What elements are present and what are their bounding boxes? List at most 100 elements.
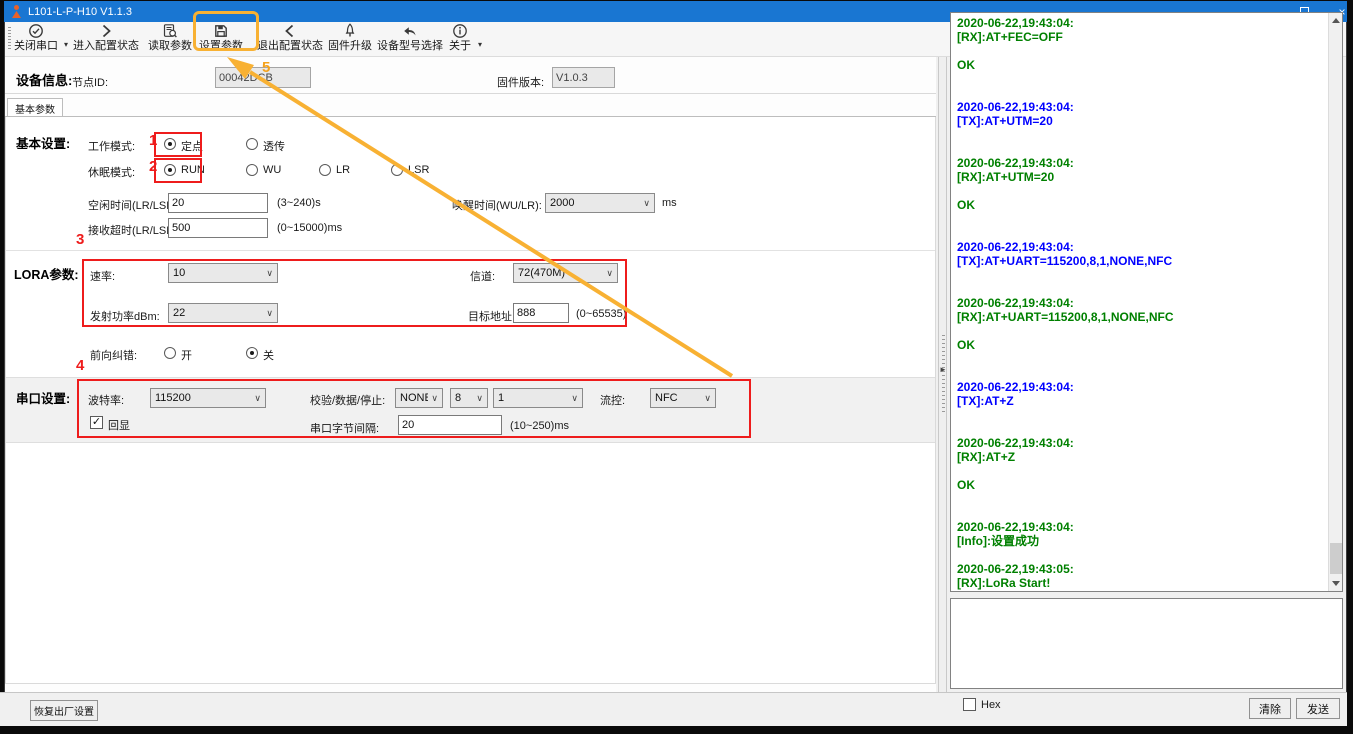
echo-checkbox[interactable]: ✓ (90, 416, 103, 429)
firmware-version-field[interactable] (552, 67, 615, 88)
rx-timeout-label: 接收超时(LR/LSR): (88, 222, 181, 238)
scroll-up-icon[interactable] (1332, 18, 1340, 23)
wake-time-select[interactable]: 2000∨ (545, 193, 655, 213)
chevron-down-icon: ∨ (476, 393, 483, 404)
baud-rate-select[interactable]: 115200 ∨ (150, 388, 266, 408)
chevron-down-icon: ∨ (606, 268, 613, 279)
stop-bits-select[interactable]: 1∨ (493, 388, 583, 408)
flow-control-label: 流控: (600, 392, 625, 408)
hex-label: Hex (981, 699, 1001, 711)
chevron-down-icon: ∨ (254, 393, 261, 404)
panel-splitter[interactable]: ► (938, 57, 947, 692)
log-line: 2020-06-22,19:43:04: (957, 16, 1324, 30)
echo-label: 回显 (108, 417, 130, 433)
log-line (957, 324, 1324, 338)
sleep-mode-radio-wu[interactable] (246, 164, 258, 176)
window-title: L101-L-P-H10 V1.1.3 (28, 6, 132, 18)
target-address-input[interactable] (513, 303, 569, 323)
toolbar-button-enter-config[interactable]: 进入配置状态 (72, 23, 140, 56)
sleep-mode-radio-run[interactable] (164, 164, 176, 176)
factory-reset-button[interactable]: 恢复出厂设置 (30, 700, 98, 721)
tab-basic-params[interactable]: 基本参数 (7, 98, 63, 117)
toolbar-button-about[interactable]: 关于 (447, 23, 473, 56)
work-mode-radio-transparent[interactable] (246, 138, 258, 150)
stop-bits-value: 1 (498, 392, 504, 404)
basic-settings-label: 基本设置: (16, 133, 70, 152)
read-params-icon (162, 23, 178, 39)
fec-radio-off[interactable] (246, 347, 258, 359)
about-icon (452, 23, 468, 39)
log-scrollbar[interactable] (1328, 13, 1342, 591)
log-output[interactable]: 2020-06-22,19:43:04:[RX]:AT+FEC=OFF OK 2… (950, 12, 1343, 592)
toolbar-button-exit-config[interactable]: 退出配置状态 (256, 23, 324, 56)
toolbar-button-read-params[interactable]: 读取参数 (146, 23, 194, 56)
chevron-down-icon[interactable]: ▾ (64, 40, 68, 49)
toolbar-button-device-model[interactable]: 设备型号选择 (376, 23, 444, 56)
toolbar-label: 退出配置状态 (257, 39, 323, 53)
log-line (957, 422, 1324, 436)
baud-rate-value: 115200 (155, 392, 191, 404)
wake-time-unit: ms (662, 197, 677, 209)
toolbar-label: 设备型号选择 (377, 39, 443, 53)
data-bits-select[interactable]: 8∨ (450, 388, 488, 408)
log-line (957, 72, 1324, 86)
app-icon (11, 5, 22, 18)
clear-button[interactable]: 清除 (1249, 698, 1291, 719)
work-mode-fixed-label: 定点 (181, 138, 203, 154)
log-line (957, 366, 1324, 380)
work-mode-label: 工作模式: (88, 138, 135, 154)
send-input[interactable] (950, 598, 1343, 689)
hex-checkbox[interactable] (963, 698, 976, 711)
log-line: 2020-06-22,19:43:04: (957, 380, 1324, 394)
rx-timeout-input[interactable] (168, 218, 268, 238)
sleep-mode-wu-label: WU (263, 164, 281, 176)
chevron-down-icon: ∨ (266, 308, 273, 319)
node-id-field[interactable] (215, 67, 311, 88)
sleep-mode-radio-lsr[interactable] (391, 164, 403, 176)
toolbar-button-close-serial[interactable]: 关闭串口 (10, 23, 62, 56)
screen: L101-L-P-H10 V1.1.3 – × 关闭串口 ▾ 进入配置状态 读取… (0, 0, 1353, 734)
channel-select[interactable]: 72(470M)∨ (513, 263, 618, 283)
idle-time-input[interactable] (168, 193, 268, 213)
log-line: [TX]:AT+UTM=20 (957, 114, 1324, 128)
log-line: OK (957, 338, 1324, 352)
chevron-down-icon[interactable]: ▾ (478, 40, 482, 49)
sleep-mode-run-label: RUN (181, 164, 205, 176)
tx-power-select[interactable]: 22∨ (168, 303, 278, 323)
device-info-label: 设备信息: (16, 70, 72, 89)
log-line (957, 226, 1324, 240)
firmware-upgrade-icon (342, 23, 358, 39)
log-line: [Info]:设置成功 (957, 534, 1324, 548)
scrollbar-thumb[interactable] (1330, 543, 1342, 574)
scroll-down-icon[interactable] (1332, 581, 1340, 586)
sleep-mode-label: 休眠模式: (88, 164, 135, 180)
baud-rate-label: 波特率: (88, 392, 124, 408)
clear-label: 清除 (1259, 701, 1281, 717)
rate-select[interactable]: 10∨ (168, 263, 278, 283)
tab-label: 基本参数 (15, 101, 55, 116)
log-line: 2020-06-22,19:43:05: (957, 562, 1324, 576)
chevron-down-icon: ∨ (704, 393, 711, 404)
log-line: OK (957, 58, 1324, 72)
work-mode-radio-fixed[interactable] (164, 138, 176, 150)
log-line (957, 44, 1324, 58)
sleep-mode-radio-lr[interactable] (319, 164, 331, 176)
log-line: [RX]:AT+UTM=20 (957, 170, 1324, 184)
tx-power-label: 发射功率dBm: (90, 308, 160, 324)
log-line (957, 548, 1324, 562)
parity-select[interactable]: NONE∨ (395, 388, 443, 408)
channel-label: 信道: (470, 268, 495, 284)
toolbar-button-set-params[interactable]: 设置参数 (197, 23, 245, 56)
log-line: 2020-06-22,19:43:04: (957, 156, 1324, 170)
send-button[interactable]: 发送 (1296, 698, 1340, 719)
serial-settings-label: 串口设置: (16, 388, 70, 407)
byte-interval-input[interactable] (398, 415, 502, 435)
log-line: OK (957, 478, 1324, 492)
fec-radio-on[interactable] (164, 347, 176, 359)
splitter-grip (942, 335, 945, 413)
toolbar-label: 关闭串口 (14, 39, 58, 53)
flow-control-select[interactable]: NFC∨ (650, 388, 716, 408)
rate-label: 速率: (90, 268, 115, 284)
toolbar-button-firmware-upgrade[interactable]: 固件升级 (326, 23, 374, 56)
log-line: [TX]:AT+UART=115200,8,1,NONE,NFC (957, 254, 1324, 268)
